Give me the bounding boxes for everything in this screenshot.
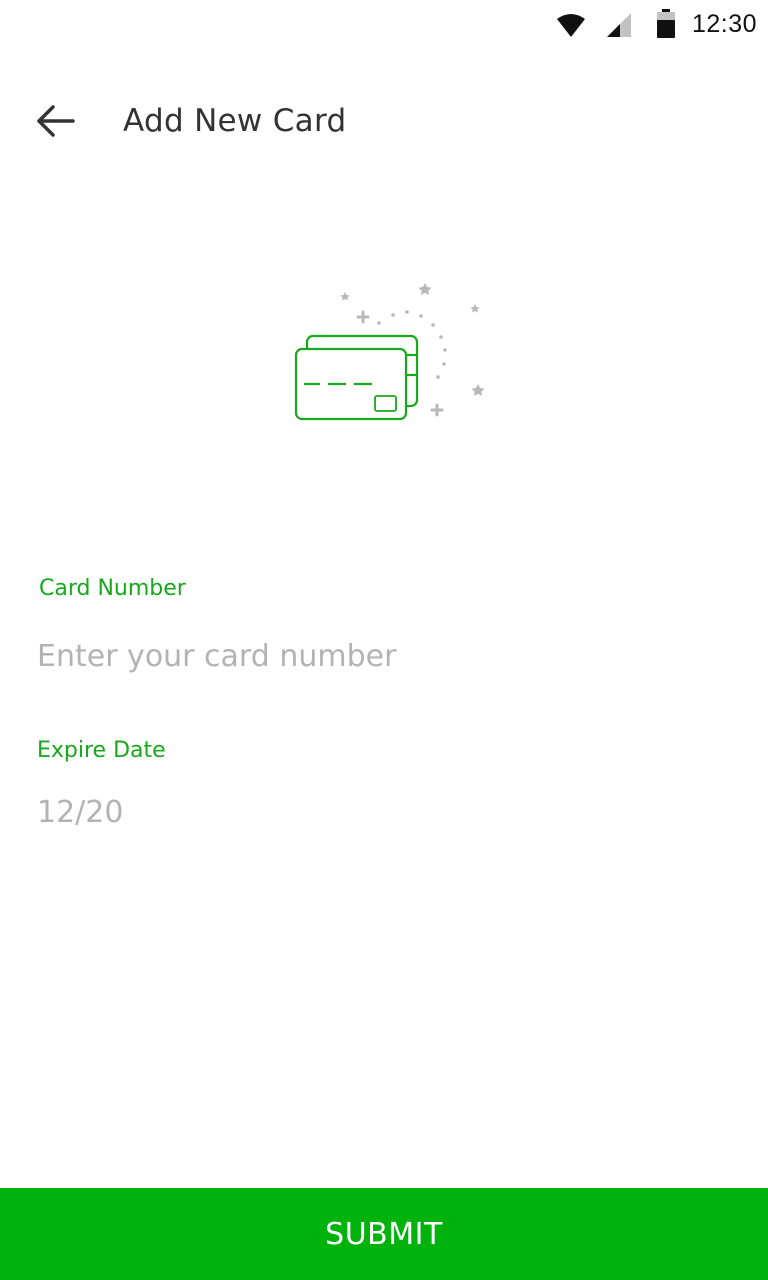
page-title: Add New Card: [123, 103, 347, 139]
card-number-input[interactable]: [37, 634, 717, 678]
credit-cards-icon: [285, 278, 490, 428]
cell-signal-icon: [606, 12, 632, 42]
battery-icon: [656, 9, 676, 43]
expire-date-label: Expire Date: [37, 738, 166, 763]
status-time: 12:30: [692, 10, 758, 38]
add-card-screen: 12:30 Add New Card Card Number Enter you…: [0, 0, 768, 1280]
submit-button[interactable]: SUBMIT: [0, 1188, 768, 1280]
wifi-icon: [556, 12, 586, 42]
card-number-label: Card Number: [39, 576, 186, 601]
status-bar: 12:30: [0, 0, 768, 50]
back-button[interactable]: [26, 96, 84, 150]
expire-date-input[interactable]: [37, 790, 717, 834]
arrow-back-icon: [35, 104, 75, 142]
